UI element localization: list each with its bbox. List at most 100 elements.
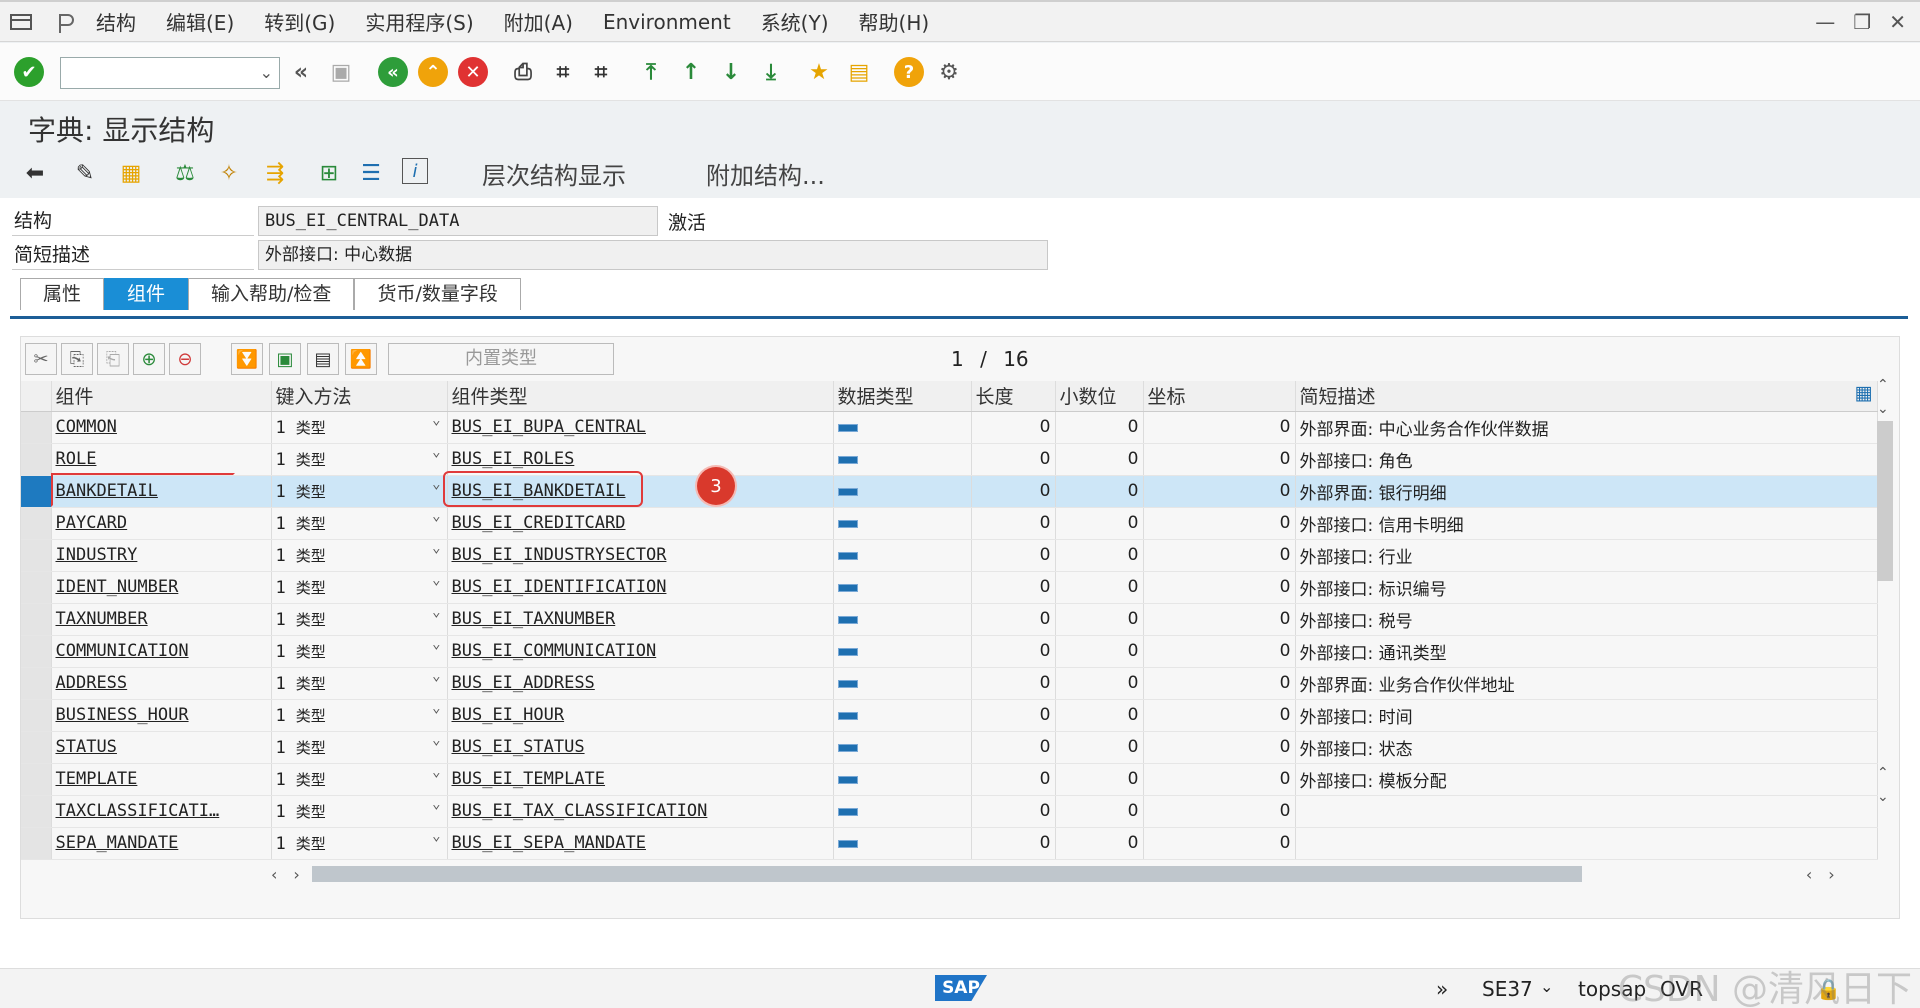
paste-icon[interactable]: ⎗ — [97, 343, 129, 375]
cell-component-type[interactable]: BUS_EI_IDENTIFICATION — [447, 571, 834, 604]
cell-component-type[interactable]: BUS_EI_TAXNUMBER — [447, 603, 834, 636]
cell-component-type[interactable]: BUS_EI_SEPA_MANDATE — [447, 827, 834, 860]
menu-extras[interactable]: 附加(A) — [504, 7, 573, 36]
chevron-down-icon[interactable]: ⌄ — [432, 732, 440, 748]
cell-component[interactable]: ADDRESS — [51, 667, 272, 700]
cell-component[interactable]: TEMPLATE — [51, 763, 272, 796]
chevron-down-icon[interactable]: ⌄ — [432, 604, 440, 620]
cancel-icon[interactable]: ✕ — [458, 57, 488, 87]
description-field[interactable]: 外部接口: 中心数据 — [258, 240, 1048, 270]
find-next-icon[interactable]: ⌗ — [586, 57, 616, 87]
hscroll-thumb[interactable] — [311, 866, 1582, 882]
chevron-down-icon[interactable]: ⌄ — [432, 540, 440, 556]
select-icon[interactable]: ▣ — [269, 343, 301, 375]
chevron-down-icon[interactable]: ⌄ — [432, 764, 440, 780]
menu-system[interactable]: 系统(Y) — [761, 7, 829, 36]
cell-component[interactable]: IDENT_NUMBER — [51, 571, 272, 604]
row-selector[interactable] — [21, 795, 52, 828]
info-icon[interactable]: i — [402, 158, 428, 184]
tab-components[interactable]: 组件 — [104, 278, 189, 310]
cell-typing-method[interactable]: 1 类型 ⌄ — [271, 667, 448, 700]
cell-typing-method[interactable]: 1 类型 ⌄ — [271, 571, 448, 604]
cell-typing-method[interactable]: 1 类型 ⌄ — [271, 795, 448, 828]
cell-component-type[interactable]: BUS_EI_CREDITCARD — [447, 507, 834, 540]
table-row[interactable]: STATUS 1 类型 ⌄ BUS_EI_STATUS 0 0 0 外部接口: 状态 — [21, 731, 1878, 764]
system-menu-icon[interactable] — [10, 13, 32, 31]
cell-component-type[interactable]: BUS_EI_TAX_CLASSIFICATION — [447, 795, 834, 828]
cell-typing-method[interactable]: 1 类型 ⌄ — [271, 507, 448, 540]
details-icon[interactable]: ▤ — [307, 343, 339, 375]
cell-component[interactable]: INDUSTRY — [51, 539, 272, 572]
cell-component[interactable]: TAXNUMBER — [51, 603, 272, 636]
cell-typing-method[interactable]: 1 类型 ⌄ — [271, 763, 448, 796]
scroll-up-icon-bottom[interactable]: ⌃ — [1877, 765, 1889, 781]
table-row[interactable]: COMMUNICATION 1 类型 ⌄ BUS_EI_COMMUNICATION 0 0 0… — [21, 635, 1878, 668]
row-selector-header[interactable] — [21, 381, 52, 412]
col-short-description[interactable]: 简短描述 ▦ — [1295, 381, 1878, 412]
cell-typing-method[interactable]: 1 类型 ⌄ — [271, 411, 448, 444]
vertical-scrollbar[interactable]: ⌃ ⌄ ⌃ ⌄ — [1875, 377, 1895, 833]
scroll-left-icon-end[interactable]: ‹ — [1806, 865, 1812, 884]
scroll-right-icon[interactable]: › — [293, 865, 299, 884]
col-component-type[interactable]: 组件类型 — [447, 381, 834, 412]
row-selector[interactable] — [21, 827, 52, 860]
table-row[interactable]: TAXCLASSIFICATI… 1 类型 ⌄ BUS_EI_TAX_CLASSIFIC… — [21, 795, 1878, 828]
cell-component[interactable]: STATUS — [51, 731, 272, 764]
row-selector[interactable] — [21, 731, 52, 764]
cell-typing-method[interactable]: 1 类型 ⌄ — [271, 731, 448, 764]
cell-component[interactable]: BUSINESS_HOUR — [51, 699, 272, 732]
tab-currency-quantity[interactable]: 货币/数量字段 — [354, 278, 521, 310]
row-selector[interactable] — [21, 411, 52, 444]
scroll-down-icon-bottom[interactable]: ⌄ — [1877, 789, 1889, 805]
cell-typing-method[interactable]: 1 类型 ⌄ — [271, 635, 448, 668]
cell-component-type[interactable]: BUS_EI_ADDRESS — [447, 667, 834, 700]
status-expand-icon[interactable]: » — [1436, 977, 1448, 1001]
save-icon[interactable]: ▣ — [326, 57, 356, 87]
cell-component[interactable]: PAYCARD — [51, 507, 272, 540]
cell-typing-method[interactable]: 1 类型 ⌄ — [271, 475, 448, 508]
cell-component-type[interactable]: BUS_EI_BUPA_CENTRAL — [447, 411, 834, 444]
table-row[interactable]: IDENT_NUMBER 1 类型 ⌄ BUS_EI_IDENTIFICATION 0 0 0… — [21, 571, 1878, 604]
chevron-down-icon[interactable]: ⌄ — [432, 700, 440, 716]
first-page-icon[interactable]: ⤒ — [636, 57, 666, 87]
status-tcode-dropdown-icon[interactable]: ⌄ — [1540, 977, 1553, 996]
layout-icon[interactable]: ☰ — [356, 158, 386, 188]
display-change-icon[interactable]: ✎ — [70, 158, 100, 188]
check-icon[interactable]: ⚖ — [170, 158, 200, 188]
back-icon[interactable]: « — [378, 57, 408, 87]
menu-structure[interactable]: 结构 — [96, 7, 136, 36]
cell-component[interactable]: TAXCLASSIFICATI… — [51, 795, 272, 828]
last-page-icon[interactable]: ⤓ — [756, 57, 786, 87]
chevron-down-icon[interactable]: ⌄ — [432, 796, 440, 812]
append-structure-button[interactable]: 附加结构... — [706, 156, 825, 191]
table-row[interactable]: BUSINESS_HOUR 1 类型 ⌄ BUS_EI_HOUR 0 0 0 外部接口: 时间 — [21, 699, 1878, 732]
cell-component[interactable]: ROLE — [51, 443, 272, 476]
scroll-down-icon[interactable]: ⌄ — [1877, 401, 1889, 417]
hierarchy-display-button[interactable]: 层次结构显示 — [482, 156, 626, 191]
previous-page-icon[interactable]: ↑ — [676, 57, 706, 87]
gear-icon[interactable]: ⚙ — [934, 57, 964, 87]
table-row[interactable]: TAXNUMBER 1 类型 ⌄ BUS_EI_TAXNUMBER 0 0 0 外部接口: 税号 — [21, 603, 1878, 636]
row-selector[interactable] — [21, 635, 52, 668]
activate-icon[interactable]: ▦ — [116, 158, 146, 188]
cell-component-type[interactable]: BUS_EI_COMMUNICATION — [447, 635, 834, 668]
chevron-down-icon[interactable]: ⌄ — [432, 572, 440, 588]
col-data-type[interactable]: 数据类型 — [833, 381, 972, 412]
chevron-down-icon[interactable]: ⌄ — [432, 508, 440, 524]
cell-typing-method[interactable]: 1 类型 ⌄ — [271, 443, 448, 476]
menu-environment[interactable]: Environment — [603, 10, 731, 34]
row-selector[interactable] — [21, 603, 52, 636]
back-arrow-icon[interactable]: ⬅ — [20, 158, 50, 188]
scroll-left-icon[interactable]: ‹ — [271, 865, 277, 884]
cell-component-type[interactable]: BUS_EI_INDUSTRYSECTOR — [447, 539, 834, 572]
exit-icon[interactable]: ⌃ — [418, 57, 448, 87]
cell-typing-method[interactable]: 1 类型 ⌄ — [271, 827, 448, 860]
expand-all-icon[interactable]: ⏬ — [231, 343, 263, 375]
shortcut-icon[interactable]: ▤ — [844, 57, 874, 87]
next-page-icon[interactable]: ↓ — [716, 57, 746, 87]
row-selector[interactable] — [21, 699, 52, 732]
close-icon[interactable]: ✕ — [1889, 10, 1906, 34]
insert-row-icon[interactable]: ⊕ — [133, 343, 165, 375]
table-row[interactable]: SEPA_MANDATE 1 类型 ⌄ BUS_EI_SEPA_MANDATE 0 0 0 — [21, 827, 1878, 860]
magic-wand-icon[interactable]: ✧ — [214, 158, 244, 188]
